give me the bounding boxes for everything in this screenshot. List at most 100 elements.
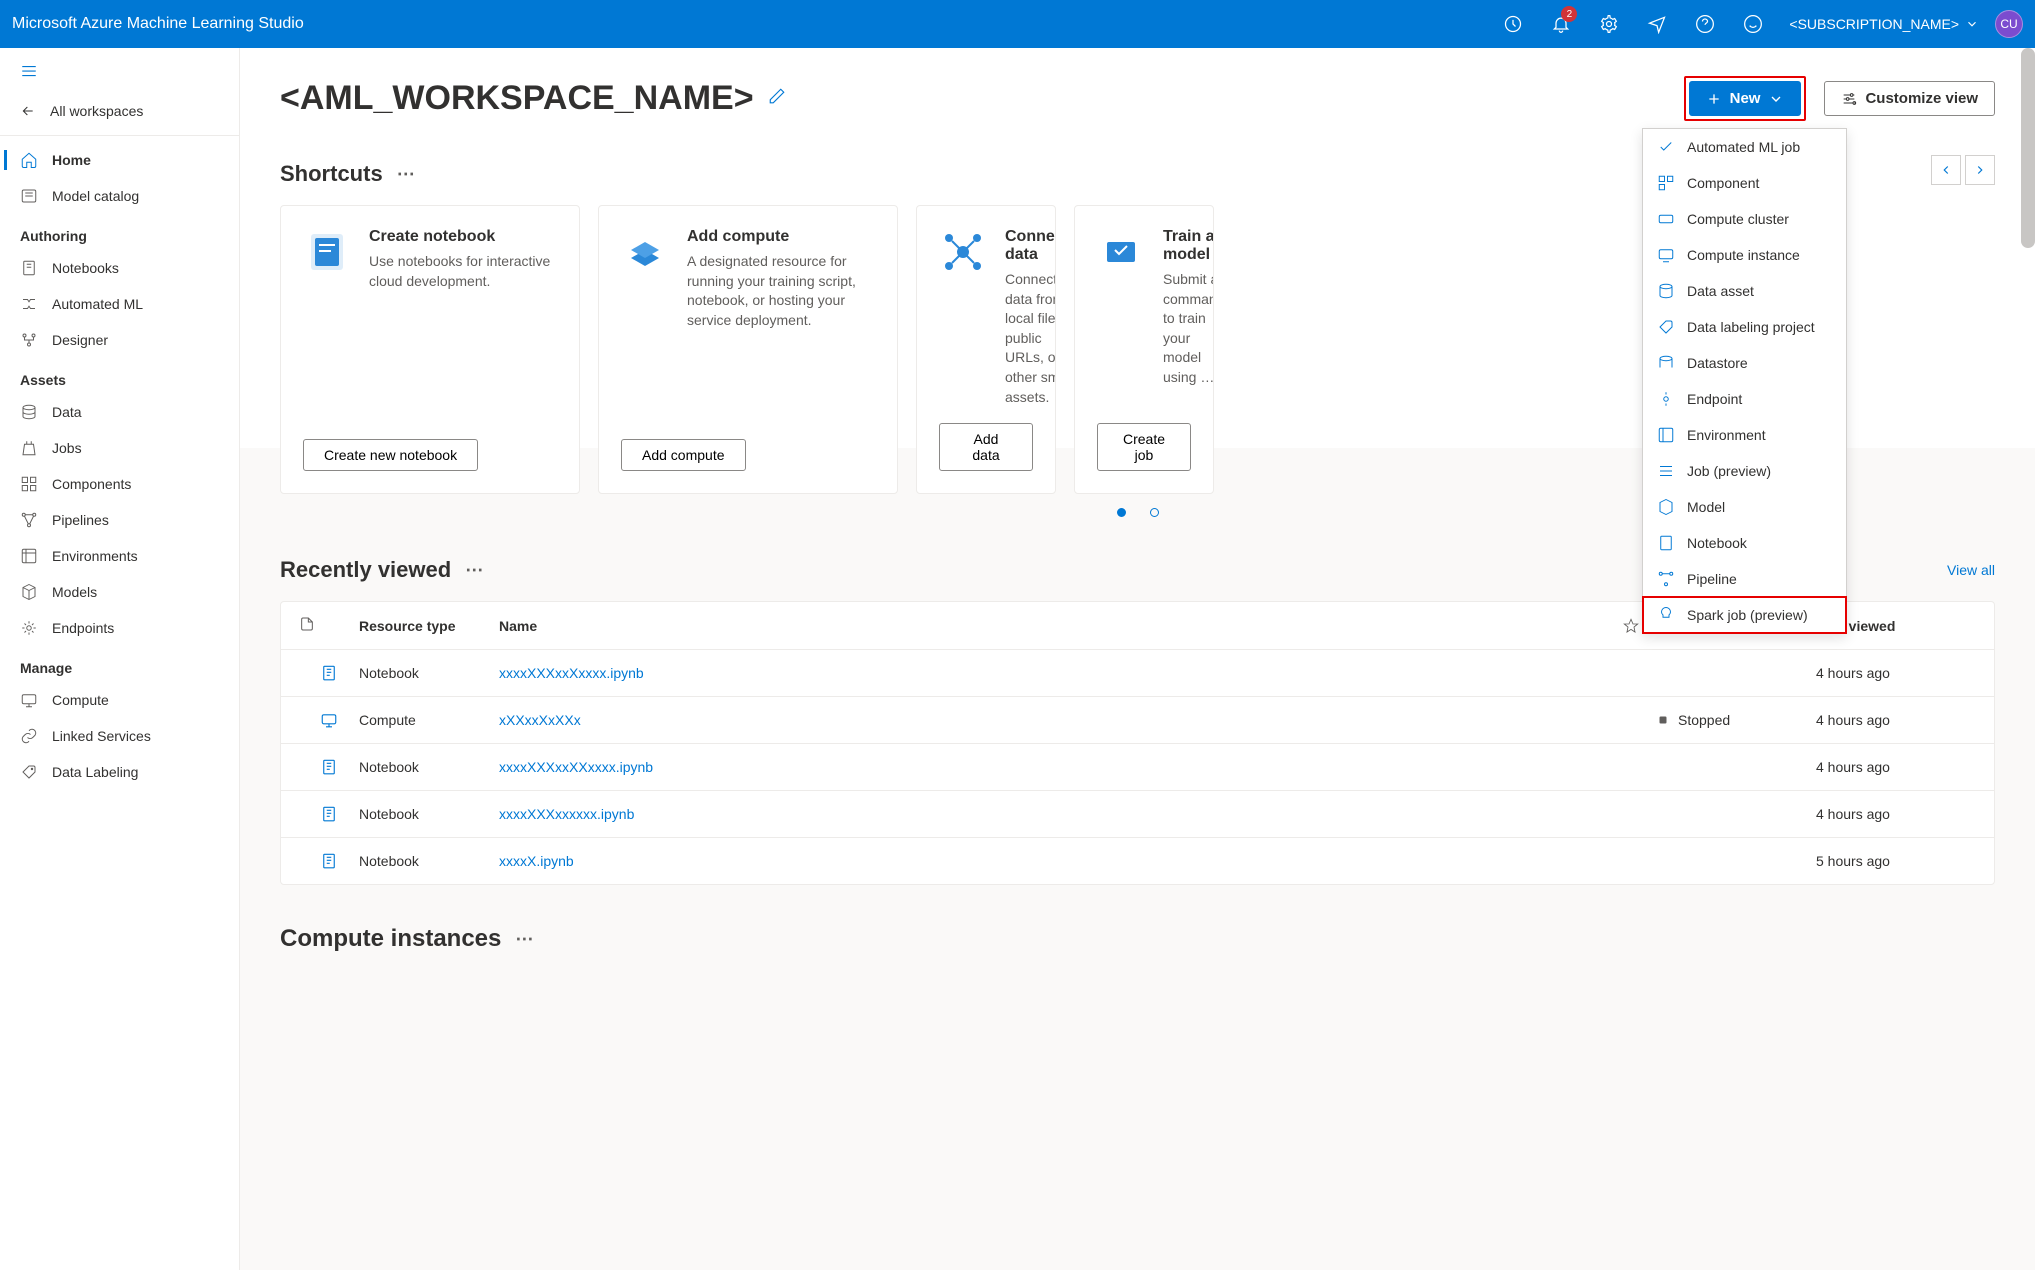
highlight-new-button: New bbox=[1684, 76, 1807, 121]
row-name[interactable]: xxxxXXXxxXxxxx.ipynb bbox=[499, 665, 1606, 681]
table-row[interactable]: NotebookxxxxX.ipynb5 hours ago bbox=[281, 838, 1994, 884]
sidebar-item-models[interactable]: Models bbox=[0, 574, 239, 610]
avatar[interactable]: CU bbox=[1995, 10, 2023, 38]
row-type: Notebook bbox=[359, 853, 499, 869]
menu-item-notebook[interactable]: Notebook bbox=[1643, 525, 1846, 561]
pager-dot-2[interactable] bbox=[1150, 508, 1159, 517]
row-type: Notebook bbox=[359, 665, 499, 681]
card-desc: Connect data from local files, public UR… bbox=[1005, 270, 1056, 407]
menu-item-icon bbox=[1657, 210, 1675, 228]
card-connect-data[interactable]: Connect data Connect data from local fil… bbox=[916, 205, 1056, 494]
customize-view-button[interactable]: Customize view bbox=[1824, 81, 1995, 116]
sidebar-item-data[interactable]: Data bbox=[0, 394, 239, 430]
recent-title: Recently viewed bbox=[280, 557, 451, 583]
components-icon bbox=[20, 475, 38, 493]
create-notebook-button[interactable]: Create new notebook bbox=[303, 439, 478, 471]
add-compute-button[interactable]: Add compute bbox=[621, 439, 746, 471]
menu-item-label: Job (preview) bbox=[1687, 463, 1771, 479]
subscription-selector[interactable]: <SUBSCRIPTION_NAME> bbox=[1781, 16, 1987, 32]
carousel-next[interactable] bbox=[1965, 155, 1995, 185]
menu-item-data-labeling-project[interactable]: Data labeling project bbox=[1643, 309, 1846, 345]
card-title: Create notebook bbox=[369, 228, 557, 246]
back-all-workspaces[interactable]: All workspaces bbox=[0, 93, 239, 129]
recent-icon[interactable] bbox=[1493, 0, 1533, 48]
sidebar-item-automated-ml[interactable]: Automated ML bbox=[0, 286, 239, 322]
menu-item-environment[interactable]: Environment bbox=[1643, 417, 1846, 453]
sidebar-item-notebooks[interactable]: Notebooks bbox=[0, 250, 239, 286]
menu-item-icon bbox=[1657, 282, 1675, 300]
sidebar-item-linked-services[interactable]: Linked Services bbox=[0, 718, 239, 754]
sidebar-item-data-labeling[interactable]: Data Labeling bbox=[0, 754, 239, 790]
menu-item-compute-instance[interactable]: Compute instance bbox=[1643, 237, 1846, 273]
divider bbox=[0, 135, 239, 136]
card-title: Train a model bbox=[1163, 228, 1214, 264]
designer-icon bbox=[20, 331, 38, 349]
table-row[interactable]: NotebookxxxxXXXxxXxxxx.ipynb4 hours ago bbox=[281, 650, 1994, 697]
menu-item-icon bbox=[1657, 138, 1675, 156]
row-name[interactable]: xXXxxXxXXx bbox=[499, 712, 1606, 728]
shortcuts-more-icon[interactable]: ⋯ bbox=[397, 164, 417, 185]
sidebar-item-label: Compute bbox=[52, 692, 109, 708]
compute-instances-text: Compute instances bbox=[280, 925, 501, 953]
smile-icon[interactable] bbox=[1733, 0, 1773, 48]
recent-more-icon[interactable]: ⋯ bbox=[465, 560, 485, 581]
menu-item-automated-ml-job[interactable]: Automated ML job bbox=[1643, 129, 1846, 165]
scrollbar-thumb[interactable] bbox=[2021, 48, 2035, 248]
card-train-model[interactable]: Train a model Submit a command to train … bbox=[1074, 205, 1214, 494]
row-name[interactable]: xxxxXXXxxXXxxxx.ipynb bbox=[499, 759, 1606, 775]
card-create-notebook[interactable]: Create notebook Use notebooks for intera… bbox=[280, 205, 580, 494]
sidebar-item-compute[interactable]: Compute bbox=[0, 682, 239, 718]
sidebar-item-endpoints[interactable]: Endpoints bbox=[0, 610, 239, 646]
table-row[interactable]: NotebookxxxxXXXxxXXxxxx.ipynb4 hours ago bbox=[281, 744, 1994, 791]
card-title: Connect data bbox=[1005, 228, 1056, 264]
view-all-link[interactable]: View all bbox=[1947, 562, 1995, 578]
notifications-icon[interactable]: 2 bbox=[1541, 0, 1581, 48]
edit-workspace-icon[interactable] bbox=[768, 87, 786, 110]
menu-item-label: Environment bbox=[1687, 427, 1766, 443]
menu-item-pipeline[interactable]: Pipeline bbox=[1643, 561, 1846, 597]
card-desc: Submit a command to train your model usi… bbox=[1163, 270, 1214, 388]
menu-item-datastore[interactable]: Datastore bbox=[1643, 345, 1846, 381]
carousel-nav bbox=[1931, 155, 1995, 185]
sidebar-item-home[interactable]: Home bbox=[0, 142, 239, 178]
menu-item-icon bbox=[1657, 426, 1675, 444]
menu-item-spark-job-preview-[interactable]: Spark job (preview) bbox=[1643, 597, 1846, 633]
create-job-button[interactable]: Create job bbox=[1097, 423, 1191, 471]
menu-item-model[interactable]: Model bbox=[1643, 489, 1846, 525]
menu-item-data-asset[interactable]: Data asset bbox=[1643, 273, 1846, 309]
pager-dot-1[interactable] bbox=[1117, 508, 1126, 517]
new-button[interactable]: New bbox=[1689, 81, 1802, 116]
models-icon bbox=[20, 583, 38, 601]
feedback-icon[interactable] bbox=[1637, 0, 1677, 48]
menu-item-endpoint[interactable]: Endpoint bbox=[1643, 381, 1846, 417]
menu-item-compute-cluster[interactable]: Compute cluster bbox=[1643, 201, 1846, 237]
menu-item-job-preview-[interactable]: Job (preview) bbox=[1643, 453, 1846, 489]
sidebar-item-label: Model catalog bbox=[52, 188, 139, 204]
settings-icon[interactable] bbox=[1589, 0, 1629, 48]
sidebar-item-model-catalog[interactable]: Model catalog bbox=[0, 178, 239, 214]
card-add-compute[interactable]: Add compute A designated resource for ru… bbox=[598, 205, 898, 494]
sidebar-item-label: Data Labeling bbox=[52, 764, 138, 780]
help-icon[interactable] bbox=[1685, 0, 1725, 48]
compute-more-icon[interactable]: ⋯ bbox=[515, 929, 535, 950]
row-name[interactable]: xxxxXXXxxxxxx.ipynb bbox=[499, 806, 1606, 822]
collapse-sidebar-icon[interactable] bbox=[0, 54, 239, 93]
sidebar-item-pipelines[interactable]: Pipelines bbox=[0, 502, 239, 538]
menu-item-icon bbox=[1657, 534, 1675, 552]
menu-item-component[interactable]: Component bbox=[1643, 165, 1846, 201]
compute-instances-title: Compute instances ⋯ bbox=[280, 925, 1995, 953]
row-last: 4 hours ago bbox=[1816, 806, 1976, 822]
row-type: Notebook bbox=[359, 806, 499, 822]
sidebar-item-components[interactable]: Components bbox=[0, 466, 239, 502]
table-row[interactable]: NotebookxxxxXXXxxxxxx.ipynb 4 hours ago bbox=[281, 791, 1994, 838]
table-row[interactable]: ComputexXXxxXxXXxStopped4 hours ago bbox=[281, 697, 1994, 744]
sidebar-item-jobs[interactable]: Jobs bbox=[0, 430, 239, 466]
shortcuts-title-text: Shortcuts bbox=[280, 161, 383, 187]
row-name[interactable]: xxxxX.ipynb bbox=[499, 853, 1606, 869]
carousel-prev[interactable] bbox=[1931, 155, 1961, 185]
add-data-button[interactable]: Add data bbox=[939, 423, 1033, 471]
sidebar-item-environments[interactable]: Environments bbox=[0, 538, 239, 574]
col-icon bbox=[299, 616, 359, 635]
row-last: 4 hours ago bbox=[1816, 759, 1976, 775]
sidebar-item-designer[interactable]: Designer bbox=[0, 322, 239, 358]
